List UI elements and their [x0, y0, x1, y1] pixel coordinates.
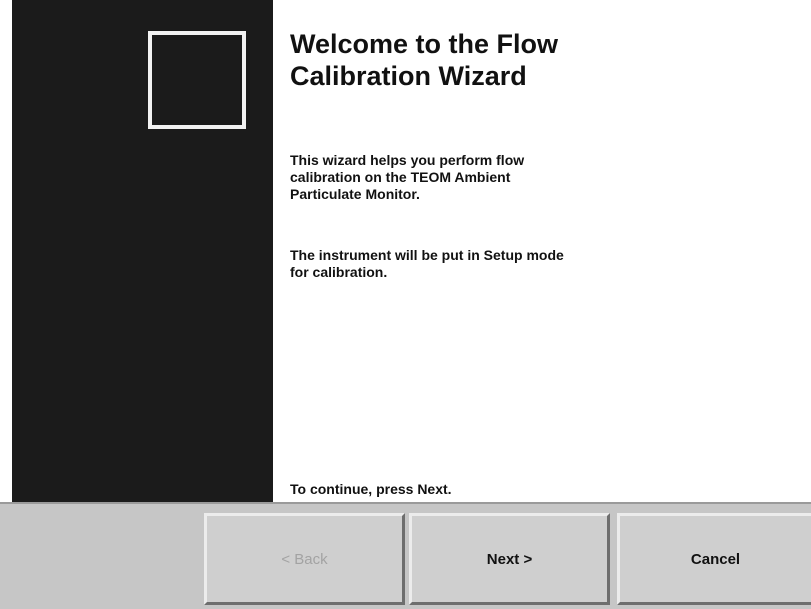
wizard-button-bar: < Back Next > Cancel: [0, 504, 811, 609]
cancel-button[interactable]: Cancel: [617, 513, 811, 605]
flow-calibration-wizard: Welcome to the Flow Calibration Wizard T…: [0, 0, 811, 609]
wizard-continue-text: To continue, press Next.: [290, 481, 452, 497]
wizard-title: Welcome to the Flow Calibration Wizard: [290, 29, 559, 91]
wizard-content: Welcome to the Flow Calibration Wizard T…: [273, 0, 811, 502]
back-button[interactable]: < Back: [204, 513, 405, 605]
wizard-intro-text: This wizard helps you perform flow calib…: [290, 152, 525, 202]
next-button[interactable]: Next >: [409, 513, 610, 605]
wizard-setup-mode-text: The instrument will be put in Setup mode…: [290, 247, 564, 280]
wizard-side-panel: [12, 0, 273, 502]
wizard-logo-frame: [148, 31, 246, 129]
